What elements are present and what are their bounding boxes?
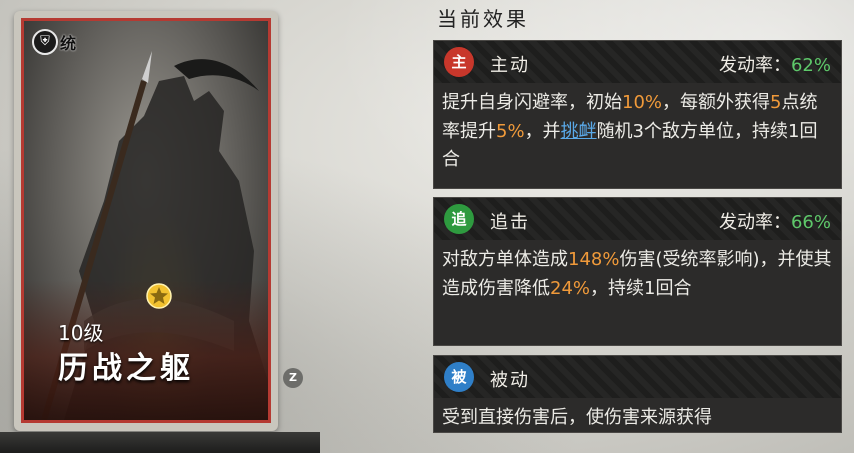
trigger-rate: 发动率：66% (719, 208, 831, 234)
trigger-rate-label: 发动率： (718, 212, 791, 233)
effect-description: 对敌方单体造成148%伤害(受统率影响)，并使其造成伤害降低24%，持续1回合 (434, 240, 841, 303)
trigger-rate: 发动率：62% (719, 51, 831, 77)
desc-text: 提升自身闪避率，初始 (442, 92, 622, 113)
hotkey-z-badge[interactable]: Z (283, 368, 303, 388)
desc-highlight: 5% (496, 120, 525, 142)
trigger-rate-label: 发动率： (718, 55, 791, 76)
troop-label: 统 (60, 34, 77, 53)
pursuit-skill-icon: 追 (444, 204, 474, 234)
desc-text: ，每额外获得 (662, 92, 771, 113)
effect-type-label: 主动 (490, 55, 530, 76)
effect-description: 受到直接伤害后，使伤害来源获得 (434, 398, 841, 432)
trigger-rate-value: 62% (790, 55, 831, 76)
star-gem-icon (146, 283, 172, 309)
card-name: 历战之躯 (58, 351, 194, 386)
desc-highlight: 148% (568, 249, 620, 270)
effect-header: 被 被动 (434, 356, 841, 398)
desc-text: 对敌方单体造成 (442, 249, 568, 270)
troop-badge: ⛨ 统 (32, 27, 88, 57)
desc-highlight: 10% (622, 92, 663, 113)
active-skill-icon: 主 (444, 47, 474, 77)
troop-shield-icon: ⛨ (32, 29, 58, 55)
desc-highlight: 24% (550, 277, 591, 299)
effect-header: 追 追击 发动率：66% (434, 198, 841, 240)
passive-skill-icon: 被 (444, 362, 474, 392)
effect-description: 提升自身闪避率，初始10%，每额外获得5点统率提升5%，并挑衅随机3个敌方单位，… (434, 83, 841, 175)
effect-active: 主 主动 发动率：62% 提升自身闪避率，初始10%，每额外获得5点统率提升5%… (433, 40, 842, 189)
desc-highlight: 5 (770, 92, 782, 113)
effect-type-label: 被动 (490, 370, 530, 391)
effect-passive: 被 被动 受到直接伤害后，使伤害来源获得 (433, 355, 842, 433)
panel-title: 当前效果 (437, 7, 529, 31)
effect-type-label: 追击 (490, 212, 530, 233)
desc-text: ，并 (524, 120, 561, 142)
desc-text: 受到直接伤害后，使伤害来源获得 (442, 407, 712, 428)
effect-header: 主 主动 发动率：62% (434, 41, 841, 83)
bottom-strip (0, 432, 320, 453)
card-level: 10级 (58, 321, 104, 345)
taunt-link[interactable]: 挑衅 (561, 121, 597, 142)
trigger-rate-value: 66% (790, 212, 831, 233)
skill-card[interactable]: ⛨ 统 10级 历战之躯 (21, 18, 271, 423)
desc-text: ，持续1回合 (590, 277, 692, 299)
effect-pursuit: 追 追击 发动率：66% 对敌方单体造成148%伤害(受统率影响)，并使其造成伤… (433, 197, 842, 346)
